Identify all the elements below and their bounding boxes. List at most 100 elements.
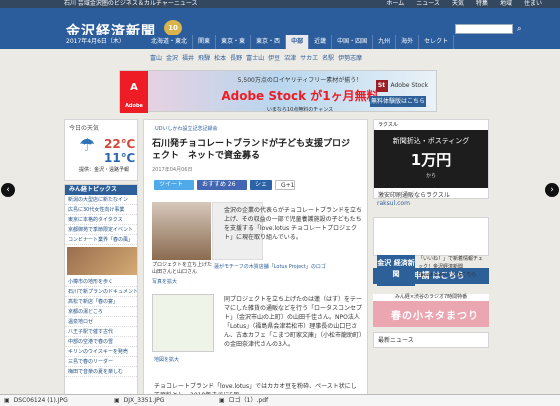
top-link-home[interactable]: ホーム [386, 0, 404, 8]
subregion-fukui[interactable]: 福井 [182, 53, 194, 62]
photo-caption: プロジェクトを立ち上げた山田さんと山口さん [152, 262, 213, 275]
subregion-meieki[interactable]: 名駅 [322, 53, 334, 62]
tweet-button[interactable]: ツイート [154, 180, 194, 190]
topic-item[interactable]: 梅田で音楽の夏を楽しむ [65, 367, 137, 377]
subregion-nagano[interactable]: 長野 [230, 53, 242, 62]
region-chubu[interactable]: 中部 [286, 35, 310, 49]
topic-item[interactable]: キリンのウイスキーを発売 [65, 347, 137, 357]
subregion-nav: 富山 金沢 福井 飛騨 松本 長野 富士山 伊豆 沼津 サカエ 名駅 伊勢志摩 [150, 53, 362, 62]
top-link-area[interactable]: 地域 [500, 0, 512, 8]
low-temperature: 11℃ [104, 151, 136, 165]
region-kanto[interactable]: 関東 [193, 35, 217, 49]
file-icon: ▣ [219, 397, 225, 404]
topic-item[interactable]: 新潟の大型店に新たなイン [65, 195, 137, 205]
facebook-promo-text[interactable]: 「いいね！」で新着情報チェック！金沢経済新聞Facebookページはこちら [418, 255, 486, 279]
top-link-living[interactable]: 住まい [524, 0, 542, 8]
adobe-stock-label: St Adobe Stock [375, 80, 428, 92]
download-item-3[interactable]: ▣ ロゴ（1）.pdf [219, 397, 268, 405]
search-input[interactable] [455, 24, 513, 34]
previous-arrow-icon[interactable]: ‹ [1, 183, 15, 197]
map-expand-link[interactable]: 地図を拡大 [154, 356, 179, 363]
region-tokyo-west[interactable]: 東京・西 [251, 35, 287, 49]
topic-item[interactable]: 東京に本格的タイタクス [65, 215, 137, 225]
article-date: 2017年04月06日 [152, 167, 193, 173]
spring-event-subtitle: みん経×渋谷のラジオ7時間特番 [373, 294, 489, 301]
region-tokyo-east[interactable]: 東京・東 [216, 35, 252, 49]
subregion-fujisan[interactable]: 富士山 [246, 53, 264, 62]
weather-source[interactable]: 提供：金沢・遠路予報 [79, 166, 129, 173]
top-links: ホーム ニュース 天気 特集 地域 住まい [386, 0, 542, 8]
download-item-1[interactable]: ▣ DSC06124 (1).JPG [4, 397, 68, 405]
next-arrow-icon[interactable]: › [545, 183, 559, 197]
region-overseas[interactable]: 海外 [396, 35, 420, 49]
region-kinki[interactable]: 近畿 [309, 35, 333, 49]
file-icon: ▣ [114, 397, 120, 404]
subregion-toyama[interactable]: 富山 [150, 53, 162, 62]
umbrella-icon: ☂ [79, 135, 96, 156]
subregion-kanazawa[interactable]: 金沢 [166, 53, 178, 62]
share-buttons: ツイート おすすめ 26 シェア G+1 [154, 180, 295, 198]
adobe-ad-banner[interactable]: A Adobe 5,500万点のロイヤリティフリー素材が揃う！ Adobe Sto… [119, 70, 437, 113]
download-bar: ▣ DSC06124 (1).JPG ▣ DJX_3351.JPG ▣ ロゴ（1）.p… [0, 394, 560, 406]
left-column: 今日の天気 ☂ 22℃ 11℃ 提供：金沢・遠路予報 [64, 119, 138, 181]
site-tagline: 石川 芸域金沢圏のビジネス＆カルチャーニュース [64, 0, 198, 7]
ad-copy: 5,500万点のロイヤリティフリー素材が揃う！ Adobe Stock が1ヶ月… [221, 77, 379, 113]
spring-event-title: 春の小ネタまつり [391, 311, 479, 322]
search-icon[interactable]: ⌕ [517, 24, 527, 34]
top-link-feature[interactable]: 特集 [476, 0, 488, 8]
region-hokkaido-tohoku[interactable]: 北海道・東北 [146, 35, 194, 49]
raksul-ad-main: 新聞折込・ポスティング 1万円 から [374, 130, 488, 188]
raksul-ad[interactable]: ラクスル 新聞折込・ポスティング 1万円 から 激安印刷通販ならラクスル [373, 119, 489, 199]
article-category[interactable]: UDいしかわ設立記念記録会 [155, 125, 218, 132]
google-plus-button[interactable]: G+1 [275, 180, 295, 190]
anniversary-badge: 10 [164, 20, 182, 36]
facebook-promo[interactable] [373, 217, 489, 256]
article-photo[interactable] [152, 202, 211, 260]
logo-caption[interactable]: 蓮がモチーフの木質店舗「Lotus Project」のロゴ [214, 263, 326, 270]
subregion-matsumoto[interactable]: 松本 [214, 53, 226, 62]
topic-item[interactable]: コンビナート業界「春の風」 [65, 235, 137, 245]
topics-panel: みん経トピックス 新潟の大型店に新たなイン 広島に30代女性向け事業 東京に本格… [64, 184, 138, 398]
topic-item[interactable]: 石川で新プランのドキュメント [65, 287, 137, 297]
topic-item[interactable]: 京都の湯どころ [65, 307, 137, 317]
kanazawa-logo-badge: 金沢 経済新聞 [377, 255, 415, 286]
topic-item[interactable]: 八王子駅で催す古代 [65, 327, 137, 337]
region-kyushu[interactable]: 九州 [373, 35, 397, 49]
region-nav: 北海道・東北 関東 東京・東 東京・西 中部 近畿 中国・四国 九州 海外 セレ… [146, 35, 455, 49]
facebook-recommend-button[interactable]: おすすめ 26 [197, 180, 247, 190]
share-button[interactable]: シェア [250, 180, 272, 198]
subregion-hida[interactable]: 飛騨 [198, 53, 210, 62]
region-select[interactable]: セレクト [419, 35, 455, 49]
subregion-sakae[interactable]: サカエ [300, 53, 318, 62]
download-item-2[interactable]: ▣ DJX_3351.JPG [114, 397, 164, 405]
photo-expand-link[interactable]: 写真を拡大 [152, 278, 177, 285]
topic-item[interactable]: 三島で春のリーダー [65, 357, 137, 367]
topics-title: みん経トピックス [65, 185, 137, 195]
topic-item[interactable]: 温泉地ロゼ [65, 317, 137, 327]
ad-cta-button[interactable]: 無料体験版はこちら [370, 96, 426, 107]
article-map[interactable] [152, 294, 214, 352]
topic-item[interactable]: 広島に30代女性向け事業 [65, 205, 137, 215]
article-body-2: 同プロジェクトを立ち上げたのは蓮（はす）をテーマにした雑貨の通販などを行う「ロー… [224, 296, 363, 348]
raksul-url[interactable]: raksul.com [373, 199, 489, 209]
file-icon: ▣ [4, 397, 10, 404]
raksul-brand: ラクスル [378, 122, 398, 128]
top-link-weather[interactable]: 天気 [452, 0, 464, 8]
topic-thumbnail[interactable] [67, 247, 137, 275]
topic-item[interactable]: 京都御苑で季節限定イベント [65, 225, 137, 235]
top-link-news[interactable]: ニュース [416, 0, 440, 8]
current-date: 2017年4月6日（木） [66, 38, 125, 45]
weather-title: 今日の天気 [69, 125, 100, 132]
topic-item[interactable]: 高松で新店「春の宴」 [65, 297, 137, 307]
region-chugoku-shikoku[interactable]: 中国・四国 [332, 35, 374, 49]
weather-card: 今日の天気 ☂ 22℃ 11℃ 提供：金沢・遠路予報 [64, 119, 138, 181]
subregion-izu[interactable]: 伊豆 [268, 53, 280, 62]
article-panel: UDいしかわ設立記念記録会 石川発チョコレートブランドが子ども支援プロジェクト … [143, 119, 368, 399]
date-and-regions: 2017年4月6日（木） 北海道・東北 関東 東京・東 東京・西 中部 近畿 中… [0, 35, 560, 49]
subregion-numazu[interactable]: 沼津 [284, 53, 296, 62]
topic-item[interactable]: 中部の空港で春の雪 [65, 337, 137, 347]
subregion-ise-shima[interactable]: 伊勢志摩 [338, 53, 362, 62]
spring-event-banner[interactable]: みん経×渋谷のラジオ7時間特番 春の小ネタまつり [373, 294, 489, 327]
topic-item[interactable]: 小樽市の地形を歩く [65, 277, 137, 287]
article-headline: 石川発チョコレートブランドが子ども支援プロジェクト ネットで資金募る [152, 139, 351, 161]
